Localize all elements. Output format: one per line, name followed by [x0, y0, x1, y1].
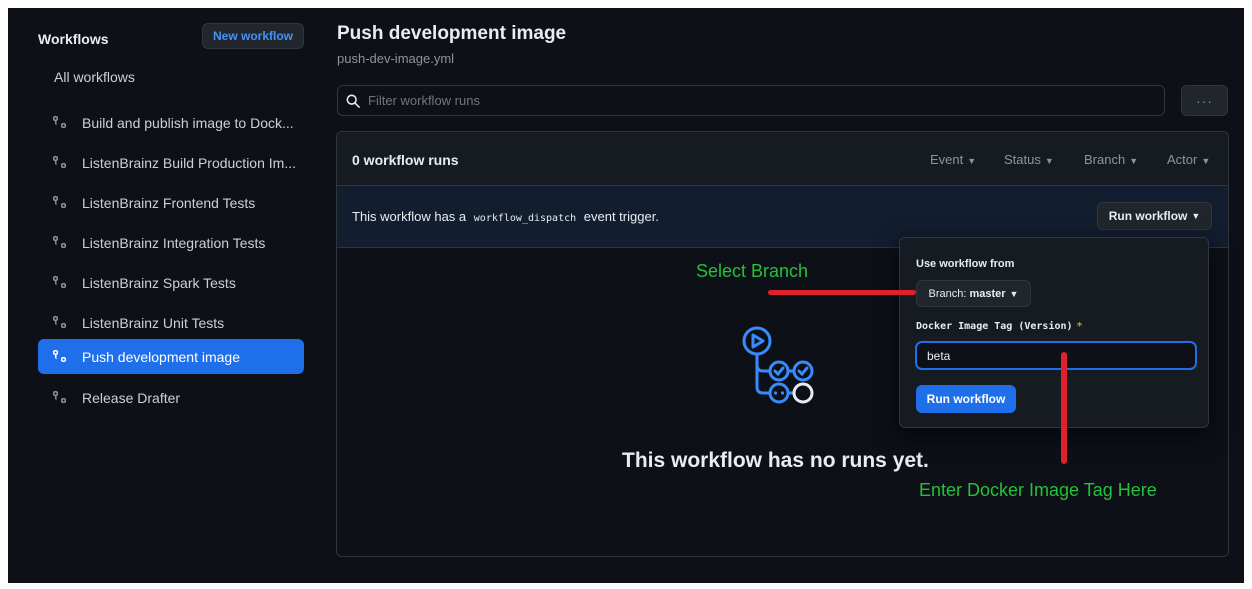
page-title: Push development image [337, 23, 567, 44]
dispatch-suffix: event trigger. [583, 209, 659, 224]
run-workflow-label: Run workflow [1108, 209, 1188, 223]
dispatch-message: This workflow has a workflow_dispatch ev… [352, 209, 659, 224]
branch-value: master [969, 287, 1006, 300]
run-workflow-submit-button[interactable]: Run workflow [916, 385, 1016, 413]
workflow-icon [53, 349, 66, 362]
docker-tag-label-text: Docker Image Tag (Version) [916, 321, 1073, 332]
workflow-icon [53, 195, 66, 208]
sidebar-item-frontend-tests[interactable]: ListenBrainz Frontend Tests [38, 185, 304, 220]
sidebar-item-label: ListenBrainz Spark Tests [82, 274, 236, 291]
annotation-line-horizontal [768, 290, 916, 295]
branch-filter-label: Branch [1084, 152, 1126, 167]
status-filter-label: Status [1004, 152, 1041, 167]
sidebar-item-label: ListenBrainz Frontend Tests [82, 194, 256, 211]
workflow-icon [53, 390, 66, 403]
new-workflow-button[interactable]: New workflow [202, 23, 304, 49]
caret-down-icon: ▼ [1009, 288, 1019, 299]
branch-select-button[interactable]: Branch: master ▼ [916, 280, 1031, 307]
more-options-button[interactable]: ··· [1181, 85, 1228, 116]
sidebar-item-build-production[interactable]: ListenBrainz Build Production Im... [38, 145, 304, 180]
caret-down-icon: ▼ [1044, 156, 1054, 166]
filter-workflow-runs-field[interactable] [337, 85, 1165, 116]
branch-filter-menu[interactable]: Branch ▼ [1084, 152, 1138, 167]
status-filter-menu[interactable]: Status ▼ [1004, 152, 1054, 167]
sidebar-item-release-drafter[interactable]: Release Drafter [38, 380, 304, 415]
annotation-line-vertical [1061, 352, 1067, 464]
workflow-icon [53, 155, 66, 168]
event-filter-label: Event [930, 152, 964, 167]
sidebar-item-integration-tests[interactable]: ListenBrainz Integration Tests [38, 225, 304, 260]
sidebar-item-all-workflows[interactable]: All workflows [54, 69, 135, 85]
enter-tag-annotation: Enter Docker Image Tag Here [919, 480, 1157, 500]
sidebar-item-label: Build and publish image to Dock... [82, 114, 294, 131]
workflows-sidebar: Workflows New workflow All workflows Bui… [8, 8, 318, 583]
caret-down-icon: ▼ [1129, 156, 1139, 166]
branch-prefix: Branch: [928, 287, 967, 300]
sidebar-item-label: ListenBrainz Unit Tests [82, 314, 225, 331]
empty-state-message: This workflow has no runs yet. [622, 449, 929, 472]
docker-image-tag-input[interactable]: beta [916, 342, 1196, 369]
sidebar-item-label: Release Drafter [82, 389, 181, 406]
workflow-icon [53, 115, 66, 128]
workflow-filename[interactable]: push-dev-image.yml [337, 51, 454, 66]
search-icon [346, 94, 360, 108]
actor-filter-menu[interactable]: Actor ▼ [1167, 152, 1210, 167]
run-workflow-dropdown-button[interactable]: Run workflow ▼ [1097, 202, 1212, 230]
dispatch-code: workflow_dispatch [473, 213, 577, 224]
workflow-icon [53, 315, 66, 328]
event-filter-menu[interactable]: Event ▼ [930, 152, 976, 167]
caret-down-icon: ▼ [1191, 211, 1201, 221]
workflow-graph-icon [742, 326, 814, 404]
dispatch-prefix: This workflow has a [352, 209, 467, 224]
workflow-icon [53, 235, 66, 248]
use-workflow-from-label: Use workflow from [916, 258, 1015, 270]
sidebar-item-label: ListenBrainz Integration Tests [82, 234, 266, 251]
actor-filter-label: Actor [1167, 152, 1198, 167]
sidebar-item-build-publish[interactable]: Build and publish image to Dock... [38, 105, 304, 140]
run-workflow-popover: Use workflow from Branch: master ▼ Docker … [899, 237, 1209, 428]
workflow-icon [53, 275, 66, 288]
runs-header: 0 workflow runs Event ▼ Status ▼ Branch ▼ A… [337, 132, 1228, 186]
caret-down-icon: ▼ [967, 156, 977, 166]
required-mark: * [1076, 321, 1083, 332]
runs-count: 0 workflow runs [352, 152, 459, 168]
sidebar-item-push-development-image[interactable]: Push development image [38, 339, 304, 374]
app-window: Workflows New workflow All workflows Bui… [8, 8, 1244, 583]
sidebar-item-label: Push development image [82, 348, 240, 365]
sidebar-title: Workflows [38, 31, 109, 47]
sidebar-item-spark-tests[interactable]: ListenBrainz Spark Tests [38, 265, 304, 300]
docker-tag-label: Docker Image Tag (Version) * [916, 321, 1083, 332]
kebab-horizontal-icon: ··· [1196, 92, 1213, 109]
sidebar-item-label: ListenBrainz Build Production Im... [82, 154, 296, 171]
select-branch-annotation: Select Branch [696, 261, 809, 281]
sidebar-item-unit-tests[interactable]: ListenBrainz Unit Tests [38, 305, 304, 340]
caret-down-icon: ▼ [1201, 156, 1211, 166]
filter-input[interactable] [366, 92, 1130, 109]
